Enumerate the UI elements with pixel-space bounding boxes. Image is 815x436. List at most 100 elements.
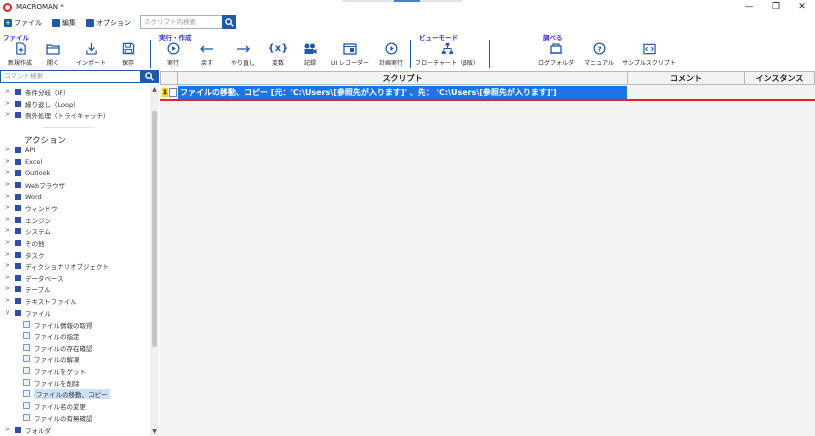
new-button-label: 新規作成: [7, 60, 32, 67]
cube-icon: [15, 193, 21, 200]
close-button[interactable]: ✕: [790, 0, 814, 14]
tree-child-item[interactable]: ファイル情報の取得: [0, 319, 93, 330]
import-button-label: インポート: [75, 60, 106, 67]
redo-button[interactable]: やり直し: [224, 42, 262, 69]
sample-script-button-label: サンプルスクリプト: [622, 60, 676, 67]
tree-child-item[interactable]: ファイルを削除: [0, 377, 80, 388]
manual-button[interactable]: ? マニュアル: [580, 42, 618, 69]
minimize-button[interactable]: —: [737, 0, 761, 14]
tree-item[interactable]: > データベース: [0, 272, 64, 283]
command-icon: [23, 332, 30, 339]
chevron-right-icon[interactable]: >: [4, 111, 11, 118]
record-button[interactable]: 記録: [291, 42, 329, 69]
tree-item[interactable]: > テーブル: [0, 283, 51, 294]
save-button[interactable]: 保存: [109, 42, 147, 69]
cube-icon: [15, 239, 21, 246]
schedule-run-button[interactable]: 計画実行: [372, 42, 410, 69]
tree-child-label: ファイルの指定: [34, 332, 80, 341]
grid-header: スクリプト コメント インスタンス: [160, 71, 815, 85]
tree-item[interactable]: > フォルダ: [0, 424, 51, 435]
tree-child-item-selected[interactable]: ファイルの移動、コピー: [0, 388, 110, 399]
tree-item[interactable]: > その他: [0, 237, 45, 248]
tree-item-label: 繰り返し（Loop）: [25, 100, 80, 109]
tree-item-label: テキストファイル: [25, 297, 77, 306]
chevron-right-icon[interactable]: >: [4, 227, 11, 234]
chevron-right-icon[interactable]: >: [4, 285, 11, 292]
menu-edit[interactable]: 編集: [52, 18, 76, 28]
schedule-icon: [385, 42, 397, 55]
run-button[interactable]: 実行: [154, 42, 192, 69]
tree-item[interactable]: > エンジン: [0, 214, 51, 225]
sample-script-button[interactable]: サンプルスクリプト: [622, 42, 676, 69]
tree-child-label: ファイル名の変更: [34, 402, 86, 411]
chevron-right-icon[interactable]: >: [4, 169, 11, 176]
script-cell[interactable]: ファイルの移動、コピー [元：'C:\Users\[参照先が入ります]' 、先：…: [178, 86, 627, 99]
column-header-script[interactable]: スクリプト: [178, 71, 628, 85]
chevron-right-icon[interactable]: >: [4, 274, 11, 281]
app-logo-icon: [3, 2, 12, 12]
chevron-right-icon[interactable]: >: [4, 251, 11, 258]
tree-item[interactable]: > 繰り返し（Loop）: [0, 98, 80, 109]
tree-item[interactable]: > 例外処理（トライキャッチ）: [0, 109, 110, 120]
script-row-icon: [169, 88, 177, 97]
chevron-right-icon[interactable]: >: [4, 88, 11, 95]
undo-button[interactable]: 戻す: [188, 42, 226, 69]
chevron-right-icon[interactable]: >: [4, 216, 11, 223]
chevron-right-icon[interactable]: >: [4, 239, 11, 246]
scroll-down-icon[interactable]: ▼: [150, 427, 159, 436]
chevron-right-icon[interactable]: >: [4, 426, 11, 433]
tree-child-item[interactable]: ファイルの存在確認: [0, 342, 93, 353]
open-button-label: 開く: [46, 60, 59, 67]
command-search-button[interactable]: [140, 70, 159, 83]
tree-item[interactable]: > ウィンドウ: [0, 202, 58, 213]
menu-file[interactable]: + ファイル: [4, 18, 42, 28]
tree-item[interactable]: > システム: [0, 225, 51, 236]
chevron-right-icon[interactable]: >: [4, 181, 11, 188]
chevron-right-icon[interactable]: >: [4, 297, 11, 304]
chevron-down-icon[interactable]: v: [4, 309, 11, 316]
script-search-button[interactable]: [222, 15, 236, 29]
table-row[interactable]: 1 ファイルの移動、コピー [元：'C:\Users\[参照先が入ります]' 、…: [160, 85, 815, 99]
chevron-right-icon[interactable]: >: [4, 262, 11, 269]
tree-item-label: Word: [25, 192, 42, 201]
tree-item[interactable]: > Excel: [0, 156, 42, 167]
restore-button[interactable]: ❐: [764, 0, 788, 14]
open-button[interactable]: 開く: [34, 42, 72, 69]
log-folder-button[interactable]: ログフォルダ: [537, 42, 575, 69]
chevron-right-icon[interactable]: >: [4, 158, 11, 165]
flowchart-button[interactable]: フローチャート（β版）: [415, 42, 479, 69]
command-icon: [23, 355, 30, 362]
tree-item[interactable]: > Outlook: [0, 167, 50, 178]
script-grid: スクリプト コメント インスタンス 1 ファイルの移動、コピー [元：'C:\U…: [160, 71, 815, 436]
column-header-comment[interactable]: コメント: [628, 71, 745, 85]
tree-item-file[interactable]: v ファイル: [0, 307, 51, 318]
scroll-thumb[interactable]: [152, 111, 157, 347]
column-header-instance[interactable]: インスタンス: [745, 71, 815, 85]
tree-scrollbar[interactable]: ▲ ▼: [150, 85, 159, 436]
ui-recorder-button[interactable]: UI レコーダー: [331, 42, 369, 69]
tree-child-item[interactable]: ファイル名の変更: [0, 400, 86, 411]
import-button[interactable]: インポート: [72, 42, 110, 69]
tree-item[interactable]: > 条件分岐（IF）: [0, 86, 70, 97]
tree-item[interactable]: > Webブラウザ: [0, 179, 65, 190]
script-search-input[interactable]: スクリプト内検索: [140, 15, 223, 29]
tree-item[interactable]: > ディクショナリオブジェクト: [0, 260, 109, 271]
chevron-right-icon[interactable]: >: [4, 193, 11, 200]
tree-child-item[interactable]: ファイルをゲット: [0, 365, 86, 376]
tree-child-item[interactable]: ファイルの解凍: [0, 353, 80, 364]
chevron-right-icon[interactable]: >: [4, 146, 11, 153]
tree-child-item[interactable]: ファイルの指定: [0, 330, 80, 341]
command-search-input[interactable]: コマンド検索: [0, 70, 141, 83]
tree-item[interactable]: > テキストファイル: [0, 295, 77, 306]
tree-item[interactable]: > API: [0, 144, 35, 155]
tree-item[interactable]: > Word: [0, 191, 42, 202]
chevron-right-icon[interactable]: >: [4, 100, 11, 107]
ui-recorder-button-label: UI レコーダー: [330, 60, 370, 67]
scroll-up-icon[interactable]: ▲: [150, 85, 159, 94]
tree-item[interactable]: > タスク: [0, 249, 45, 260]
cube-icon: [15, 274, 21, 281]
chevron-right-icon[interactable]: >: [4, 204, 11, 211]
tree-child-item[interactable]: ファイルの有無確認: [0, 412, 93, 423]
title-tab-indicator: [342, 0, 462, 2]
menu-options[interactable]: オプション: [86, 18, 131, 28]
